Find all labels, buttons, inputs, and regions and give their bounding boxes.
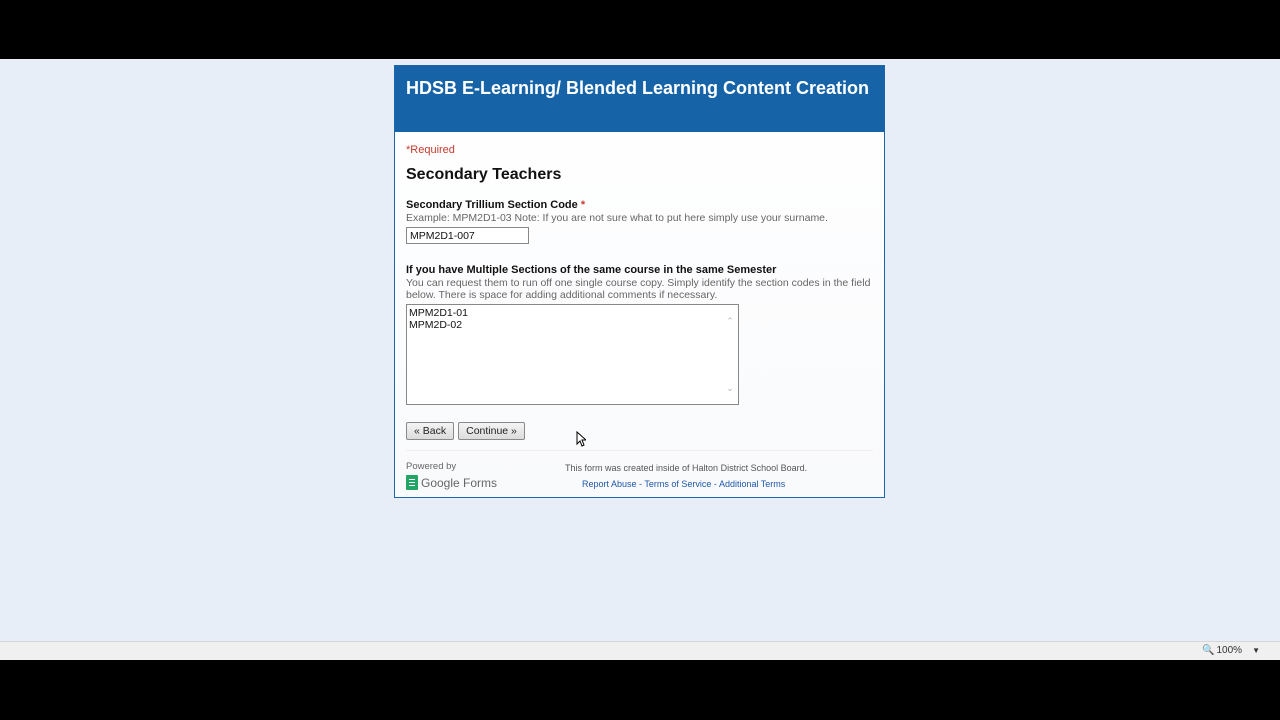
google-forms-logo[interactable]: Google Forms xyxy=(406,475,497,490)
footer-divider xyxy=(406,450,873,451)
question-help: You can request them to run off one sing… xyxy=(406,277,871,301)
question-multiple-sections: If you have Multiple Sections of the sam… xyxy=(406,264,873,405)
terms-of-service-link[interactable]: Terms of Service xyxy=(644,479,711,489)
google-forms-icon xyxy=(406,475,418,490)
zoom-level: 100% xyxy=(1216,645,1243,656)
additional-terms-link[interactable]: Additional Terms xyxy=(719,479,785,489)
created-inside-note: This form was created inside of Halton D… xyxy=(565,463,808,473)
section-code-input[interactable] xyxy=(406,227,529,244)
required-star: * xyxy=(580,199,586,211)
form-navigation: « Back Continue » xyxy=(406,422,873,440)
mouse-cursor-icon xyxy=(576,431,586,447)
back-button[interactable]: « Back xyxy=(406,422,455,440)
page-title: Secondary Teachers xyxy=(406,166,562,183)
scroll-down-arrow-icon[interactable]: ⌄ xyxy=(725,383,735,393)
textarea-content[interactable]: MPM2D1-01 MPM2D-02 xyxy=(407,305,738,333)
required-note: *Required xyxy=(406,144,455,156)
question-title: If you have Multiple Sections of the sam… xyxy=(406,264,777,276)
report-abuse-link[interactable]: Report Abuse xyxy=(582,479,637,489)
browser-status-bar: 🔍 100% ▼ xyxy=(0,641,1280,660)
question-title: Secondary Trillium Section Code * xyxy=(406,199,873,211)
question-label: Secondary Trillium Section Code xyxy=(406,199,578,211)
form-footer: Powered by Google Forms This form was cr… xyxy=(406,461,873,501)
form-header: HDSB E-Learning/ Blended Learning Conten… xyxy=(395,66,884,132)
form-title: HDSB E-Learning/ Blended Learning Conten… xyxy=(406,78,870,98)
footer-links: Report Abuse - Terms of Service - Additi… xyxy=(582,479,786,489)
question-help: Example: MPM2D1-03 Note: If you are not … xyxy=(406,212,828,224)
zoom-icon: 🔍 xyxy=(1202,645,1215,656)
chevron-down-icon[interactable]: ▼ xyxy=(1252,646,1260,655)
zoom-control[interactable]: 🔍 100% ▼ xyxy=(1202,645,1260,656)
question-section-code: Secondary Trillium Section Code * Exampl… xyxy=(406,199,873,244)
powered-by-label: Powered by xyxy=(406,461,457,472)
scroll-up-arrow-icon[interactable]: ⌃ xyxy=(725,316,735,326)
browser-viewport: HDSB E-Learning/ Blended Learning Conten… xyxy=(0,59,1280,641)
form-body: *Required Secondary Teachers Secondary T… xyxy=(395,132,884,501)
continue-button[interactable]: Continue » xyxy=(458,422,525,440)
google-forms-wordmark: Google Forms xyxy=(421,475,498,490)
multiple-sections-textarea[interactable]: MPM2D1-01 MPM2D-02 ⌃ ⌄ xyxy=(406,304,739,405)
form-card: HDSB E-Learning/ Blended Learning Conten… xyxy=(394,65,885,498)
